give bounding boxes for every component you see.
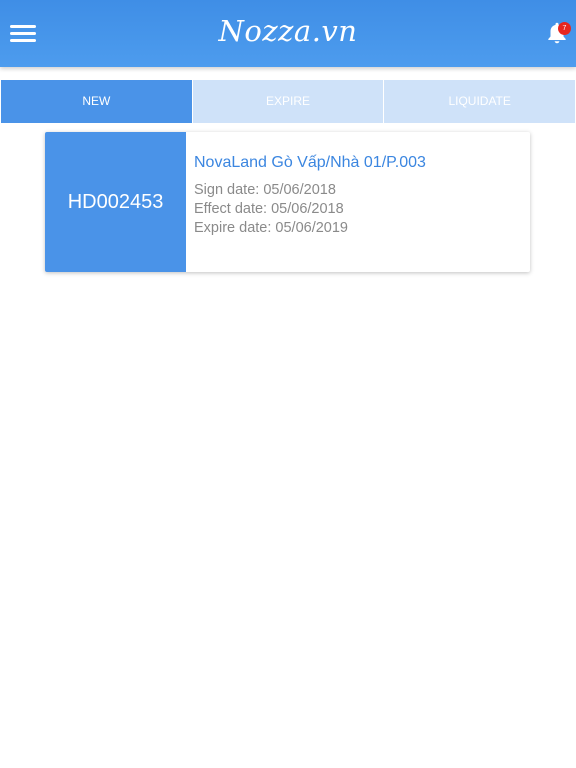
- tab-expire[interactable]: EXPIRE: [191, 80, 384, 123]
- notifications-button[interactable]: 7: [542, 18, 572, 48]
- contract-title: NovaLand Gò Vấp/Nhà 01/P.003: [194, 154, 426, 171]
- expire-date: Expire date: 05/06/2019: [194, 220, 348, 236]
- contract-status-tabs: NEW EXPIRE LIQUIDATE: [1, 80, 576, 123]
- contract-card[interactable]: HD002453 NovaLand Gò Vấp/Nhà 01/P.003 Si…: [45, 132, 530, 272]
- notification-badge: 7: [558, 22, 571, 35]
- app-title: Nozza.vn: [218, 14, 358, 48]
- effect-date: Effect date: 05/06/2018: [194, 201, 344, 217]
- contract-details: NovaLand Gò Vấp/Nhà 01/P.003 Sign date: …: [186, 132, 426, 272]
- sign-date: Sign date: 05/06/2018: [194, 182, 336, 198]
- contract-code: HD002453: [45, 132, 186, 272]
- tab-liquidate[interactable]: LIQUIDATE: [383, 80, 576, 123]
- tab-new[interactable]: NEW: [1, 80, 192, 123]
- app-header: Nozza.vn 7: [0, 0, 576, 67]
